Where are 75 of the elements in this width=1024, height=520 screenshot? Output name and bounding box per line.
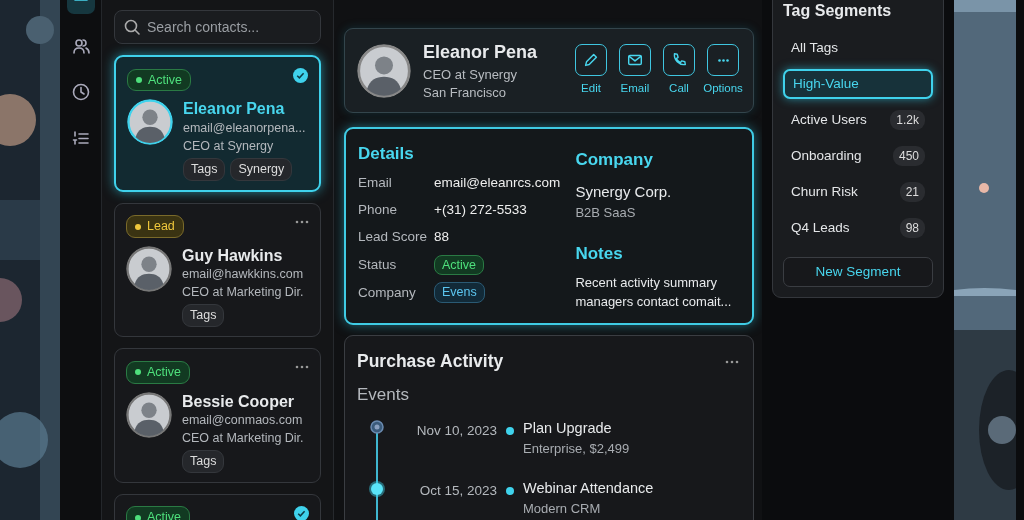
card-title: Purchase Activity	[357, 349, 504, 373]
event-date: Oct 15, 2023	[418, 481, 497, 500]
profile-name: Eleanor Pena	[423, 41, 538, 64]
event-dot	[505, 485, 515, 496]
profile-title: CEO at Synergy	[423, 66, 518, 84]
avatar	[357, 43, 411, 98]
search-field[interactable]: Search contacts...	[114, 10, 321, 44]
field-label: Email	[358, 173, 393, 192]
field-label: Status	[358, 255, 398, 274]
event-title: Webinar Attendance	[523, 478, 654, 498]
section-heading: Company	[575, 149, 654, 172]
segment-item[interactable]: All Tags	[783, 33, 933, 63]
tag-chip[interactable]: Tags	[182, 449, 225, 473]
count-badge: 98	[899, 218, 925, 238]
segment-item[interactable]: Churn Risk 21	[783, 177, 933, 207]
field-label: Phone	[358, 201, 399, 220]
event-detail: Enterprise, $2,499	[523, 440, 630, 459]
search-icon	[124, 19, 140, 35]
contact-email: email@eleanorpena...	[183, 119, 306, 137]
contact-name: Bessie Cooper	[182, 391, 296, 411]
section-heading: Notes	[575, 242, 624, 265]
field-value: 88	[434, 228, 451, 247]
contact-email: email@hawkkins.com	[182, 266, 304, 284]
event-dot	[505, 425, 515, 436]
segment-item[interactable]: High-Value	[783, 69, 933, 99]
notes-text: Recent activity summary managers contact comait...	[575, 274, 733, 311]
clock-icon	[71, 83, 90, 101]
count-badge: 1.2k	[890, 110, 925, 130]
company-type: B2B SaaS	[575, 204, 637, 223]
field-label: Company	[358, 283, 417, 302]
segment-item[interactable]: Active Users 1.2k	[783, 105, 933, 135]
avatar	[127, 99, 173, 146]
contact-title: CEO at Marketing Dir.	[182, 429, 304, 447]
count-badge: 450	[892, 146, 925, 166]
contact-name: Eleanor Pena	[183, 99, 286, 119]
field-value: email@eleanrcs.com	[434, 173, 562, 192]
new-segment-button[interactable]: New Segment	[783, 257, 933, 287]
panel-title: Tag Segments	[783, 1, 893, 21]
field-value: +(31) 272-5533	[434, 201, 528, 220]
more-icon	[717, 58, 729, 62]
contact-card[interactable]: Lead Guy Hawkins email@hawkkins.com CEO at Marketing Dir. Tags	[114, 202, 321, 338]
event-detail: Modern CRM	[523, 500, 602, 519]
avatar	[126, 391, 172, 438]
contact-card[interactable]: Active Bessie Cooper email@conmaos.com CEO at Marketing Dir. Tags	[114, 348, 321, 483]
status-badge: Active	[126, 360, 191, 384]
contact-title: CEO at Synergy	[183, 137, 275, 155]
people-icon	[71, 37, 90, 55]
segment-item[interactable]: Onboarding 450	[783, 141, 933, 171]
event-title: Plan Upgrade	[523, 418, 613, 438]
section-heading: Details	[358, 143, 415, 166]
avatar	[126, 245, 172, 292]
field-label: Lead Score	[358, 228, 429, 247]
tag-chip[interactable]: Synergy	[230, 157, 293, 181]
status-badge: Active	[434, 254, 485, 276]
profile-location: San Francisco	[423, 84, 508, 103]
contact-name: Guy Hawkins	[182, 245, 284, 266]
contact-title: CEO at Marketing Dir.	[182, 284, 304, 302]
tag-chip[interactable]: Tags	[183, 157, 226, 181]
check-icon[interactable]	[294, 505, 309, 520]
more-icon[interactable]	[725, 359, 739, 364]
event-date: Nov 10, 2023	[415, 421, 497, 440]
segment-item[interactable]: Q4 Leads 98	[783, 213, 933, 243]
count-badge: 21	[899, 182, 925, 202]
section-heading: Events	[357, 384, 410, 406]
status-badge: Active	[127, 68, 192, 92]
list-icon	[71, 129, 90, 147]
company-name: Synergy Corp.	[575, 181, 673, 202]
more-icon[interactable]	[295, 219, 309, 224]
more-icon[interactable]	[295, 365, 309, 370]
check-icon[interactable]	[293, 68, 308, 83]
tag-chip: Evens	[434, 282, 485, 304]
status-badge: Lead	[126, 215, 184, 238]
tag-chip[interactable]: Tags	[182, 304, 225, 328]
contact-card[interactable]: Active Eleanor Pena email@eleanorpena... CEO at Synergy Tags Synergy	[114, 55, 321, 192]
contact-email: email@conmaos.com	[182, 411, 304, 429]
